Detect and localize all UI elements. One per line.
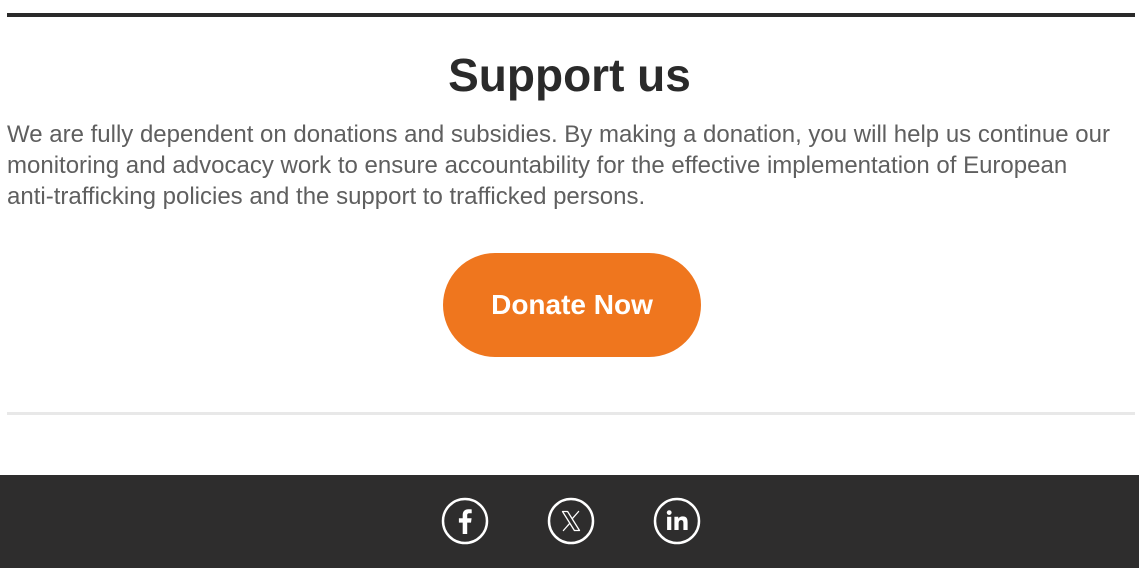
facebook-link[interactable] [441, 497, 489, 545]
donate-now-button[interactable]: Donate Now [443, 253, 701, 357]
linkedin-icon [653, 497, 701, 545]
top-divider [7, 13, 1135, 17]
x-link[interactable] [547, 497, 595, 545]
x-icon [547, 497, 595, 545]
section-divider [7, 412, 1135, 415]
footer [0, 475, 1139, 568]
page-title: Support us [448, 49, 691, 101]
facebook-icon [441, 497, 489, 545]
support-description: We are fully dependent on donations and … [7, 121, 1110, 210]
linkedin-link[interactable] [653, 497, 701, 545]
